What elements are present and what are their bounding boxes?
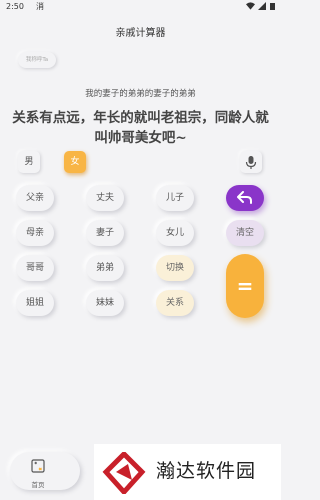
microphone-icon — [245, 156, 257, 169]
key-husband[interactable]: 丈夫 — [86, 185, 124, 211]
key-daughter[interactable]: 女儿 — [156, 220, 194, 246]
key-younger-sister[interactable]: 妹妹 — [86, 290, 124, 316]
watermark: 瀚达软件园 — [94, 444, 281, 500]
key-elder-brother[interactable]: 哥哥 — [16, 255, 54, 281]
gender-female-button[interactable]: 女 — [64, 151, 86, 173]
key-younger-brother[interactable]: 弟弟 — [86, 255, 124, 281]
key-wife[interactable]: 妻子 — [86, 220, 124, 246]
wifi-icon — [245, 2, 255, 10]
status-bar: 2:50 消 — [0, 0, 281, 14]
backspace-button[interactable] — [226, 185, 264, 211]
key-elder-sister[interactable]: 姐姐 — [16, 290, 54, 316]
equals-button[interactable]: = — [226, 254, 264, 318]
mic-button[interactable] — [240, 151, 262, 173]
relation-answer: 关系有点远，年长的就叫老祖宗，同龄人就叫帅哥美女吧~ — [12, 110, 269, 146]
status-time: 2:50 — [6, 2, 24, 11]
watermark-text: 瀚达软件园 — [156, 460, 257, 482]
home-calculator-icon — [31, 459, 45, 473]
status-icons — [245, 2, 275, 12]
key-son[interactable]: 儿子 — [156, 185, 194, 211]
watermark-logo-icon — [102, 452, 146, 494]
key-father[interactable]: 父亲 — [16, 185, 54, 211]
tab-home[interactable]: 首页 — [18, 458, 58, 489]
clear-button[interactable]: 清空 — [226, 220, 264, 246]
battery-icon — [270, 3, 275, 10]
switch-button[interactable]: 切换 — [156, 255, 194, 281]
page-title: 亲戚计算器 — [115, 28, 166, 39]
my-call-button[interactable]: 我称呼Ta — [18, 52, 56, 68]
signal-icon — [258, 2, 267, 10]
app-notification-icon: 消 — [36, 2, 44, 11]
relation-question: 我的妻子的弟弟的妻子的弟弟 — [85, 89, 196, 99]
tab-home-label: 首页 — [31, 481, 45, 489]
key-mother[interactable]: 母亲 — [16, 220, 54, 246]
relation-button[interactable]: 关系 — [156, 290, 194, 316]
back-arrow-icon — [237, 191, 252, 204]
gender-male-button[interactable]: 男 — [18, 151, 40, 173]
